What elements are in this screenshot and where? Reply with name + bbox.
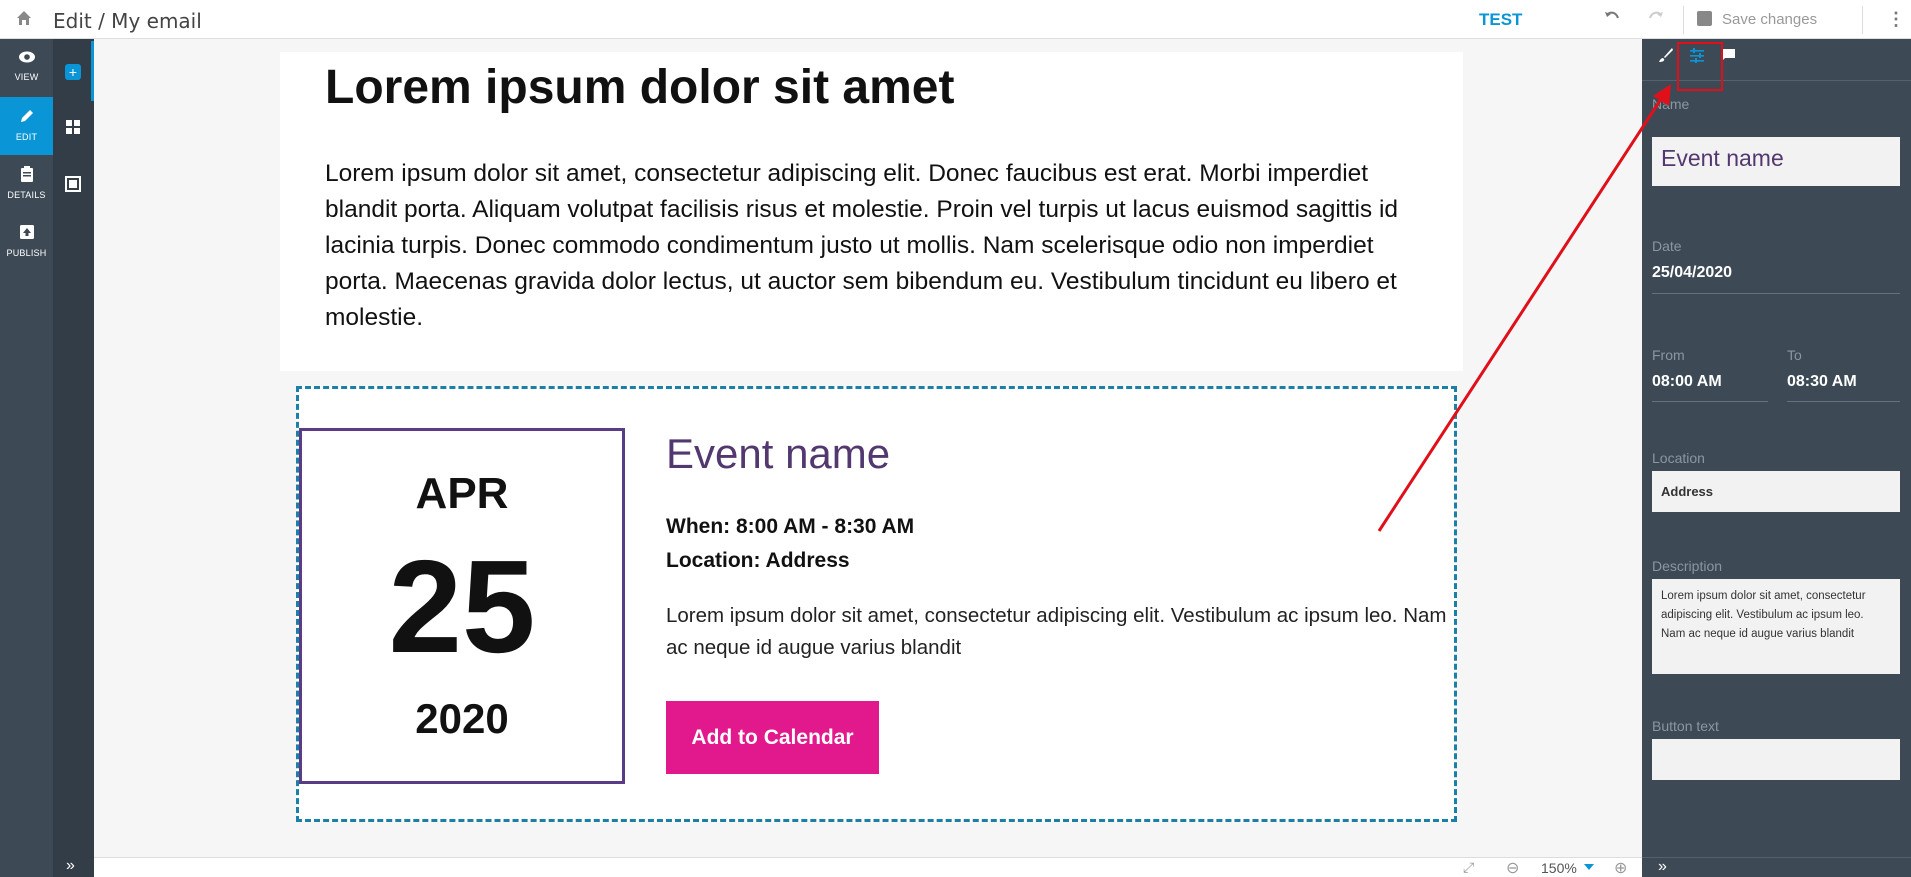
nav-item-label: DETAILS xyxy=(7,190,46,200)
email-paragraph: Lorem ipsum dolor sit amet, consectetur … xyxy=(325,160,1399,331)
to-input[interactable]: 08:30 AM xyxy=(1787,373,1857,391)
zoom-level[interactable]: 150% xyxy=(1541,860,1577,876)
properties-panel: Name Event name Date 25/04/2020 From 08:… xyxy=(1642,39,1911,877)
nav-item-details[interactable]: DETAILS xyxy=(0,155,53,213)
fullscreen-icon[interactable]: ⤢ xyxy=(1463,859,1474,876)
date-input[interactable]: 25/04/2020 xyxy=(1652,264,1732,282)
add-to-calendar-button[interactable]: Add to Calendar xyxy=(666,701,879,774)
nav-item-edit[interactable]: EDIT xyxy=(0,97,53,155)
event-location: Location: Address xyxy=(666,549,850,572)
nav-item-publish[interactable]: PUBLISH xyxy=(0,213,53,271)
event-title: Event name xyxy=(666,430,891,477)
event-block[interactable]: APR 25 2020 Event name When: 8:00 AM - 8… xyxy=(296,386,1457,822)
tab-style-brush-icon[interactable] xyxy=(1654,47,1678,71)
event-when: When: 8:00 AM - 8:30 AM xyxy=(666,515,915,538)
event-year: 2020 xyxy=(415,695,509,742)
location-input[interactable]: Address xyxy=(1652,471,1900,512)
divider xyxy=(1683,6,1684,34)
image-gallery-icon[interactable] xyxy=(63,176,83,196)
nav-item-label: EDIT xyxy=(15,132,38,142)
expand-sidebar-icon[interactable]: » xyxy=(66,857,75,875)
event-month: APR xyxy=(415,469,509,518)
eye-icon xyxy=(0,50,53,68)
save-changes-label: Save changes xyxy=(1722,11,1818,28)
expand-panel-icon[interactable]: » xyxy=(1658,858,1667,876)
event-description: Lorem ipsum dolor sit amet, consectetur … xyxy=(666,604,1447,659)
from-label: From xyxy=(1652,347,1685,363)
zoom-out-icon[interactable]: ⊖ xyxy=(1506,858,1519,877)
divider xyxy=(1862,6,1863,34)
name-label: Name xyxy=(1652,96,1690,112)
text-block[interactable]: Lorem ipsum dolor sit amet Lorem ipsum d… xyxy=(280,52,1463,371)
home-icon[interactable] xyxy=(16,10,34,28)
add-block-icon[interactable]: + xyxy=(65,64,81,80)
location-label: Location xyxy=(1652,450,1705,466)
from-input[interactable]: 08:00 AM xyxy=(1652,373,1722,391)
underline xyxy=(1787,401,1900,402)
description-label: Description xyxy=(1652,558,1723,574)
test-button[interactable]: TEST xyxy=(1479,10,1522,30)
event-day: 25 xyxy=(388,533,536,680)
upload-icon xyxy=(0,224,53,244)
nav-item-label: PUBLISH xyxy=(6,248,47,258)
description-textarea[interactable]: Lorem ipsum dolor sit amet, consectetur … xyxy=(1652,579,1900,674)
date-badge: APR 25 2020 xyxy=(299,428,625,784)
button-text-input[interactable]: Add to Calendar xyxy=(1652,739,1900,780)
button-text-label: Button text xyxy=(1652,718,1719,734)
save-icon xyxy=(1697,11,1712,26)
left-navigation: VIEW EDIT DETAILS PUBLISH xyxy=(0,39,53,877)
nav-item-label: VIEW xyxy=(14,72,39,82)
date-label: Date xyxy=(1652,238,1682,254)
clipboard-icon xyxy=(0,166,53,186)
status-bar: ⤢ ⊖ 150% ⊕ xyxy=(94,857,1642,877)
redo-icon[interactable] xyxy=(1647,8,1665,32)
more-options-icon[interactable]: ⋮ xyxy=(1887,9,1905,30)
pencil-icon xyxy=(0,108,53,128)
blocks-icon[interactable] xyxy=(63,119,83,139)
zoom-in-icon[interactable]: ⊕ xyxy=(1614,858,1627,877)
zoom-dropdown-icon[interactable] xyxy=(1584,864,1594,870)
email-canvas: Lorem ipsum dolor sit amet Lorem ipsum d… xyxy=(94,39,1642,857)
to-label: To xyxy=(1787,347,1802,363)
top-bar: Edit / My email TEST Save changes ⋮ xyxy=(0,0,1911,39)
underline xyxy=(1652,401,1768,402)
nav-item-view[interactable]: VIEW xyxy=(0,39,53,97)
panel-footer: » xyxy=(1642,857,1911,877)
page-title: Edit / My email xyxy=(53,9,202,33)
name-input[interactable]: Event name xyxy=(1652,137,1900,186)
save-changes-button[interactable]: Save changes xyxy=(1697,11,1817,28)
undo-icon[interactable] xyxy=(1603,8,1621,32)
email-heading: Lorem ipsum dolor sit amet xyxy=(325,61,955,114)
underline xyxy=(1652,293,1900,294)
tool-sidebar: + xyxy=(53,39,94,877)
annotation-highlight-box xyxy=(1677,42,1723,91)
